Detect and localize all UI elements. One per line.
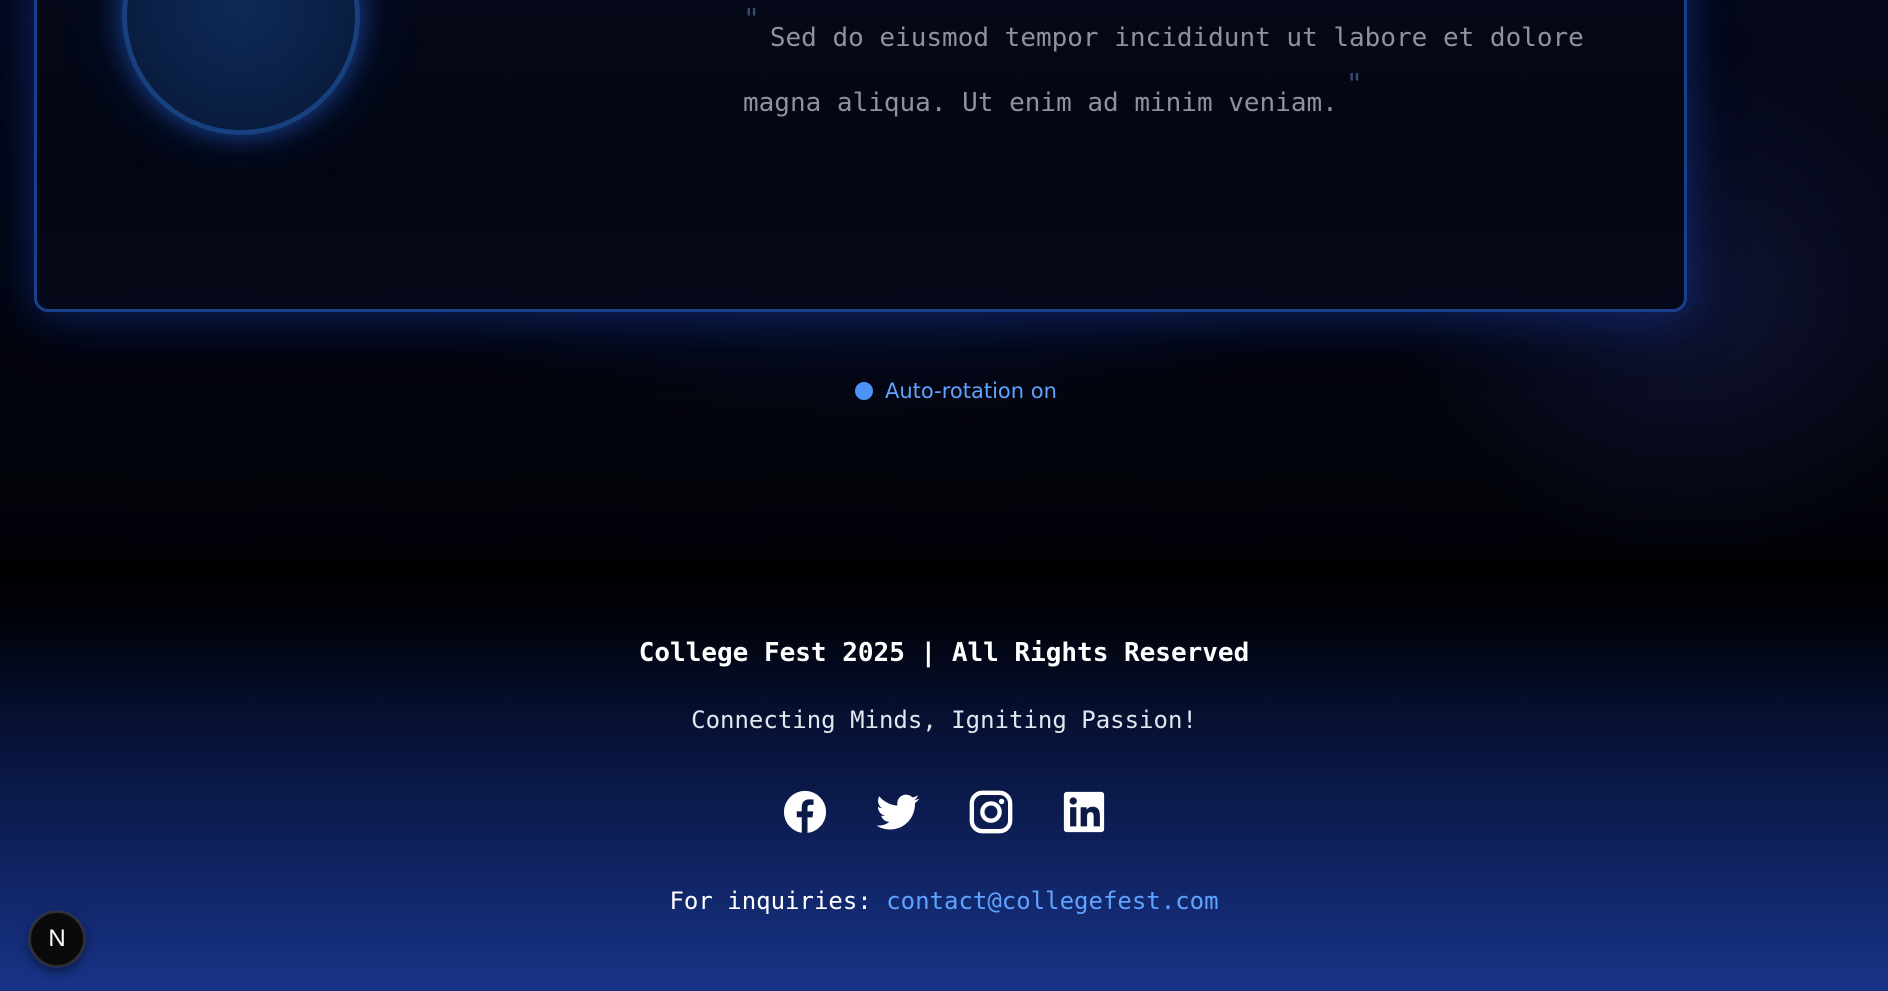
testimonial-avatar xyxy=(122,0,360,135)
testimonial-quote: "Sed do eiusmod tempor incididunt ut lab… xyxy=(743,2,1673,135)
close-quote-icon: " xyxy=(1345,67,1363,100)
rotation-status-dot-icon xyxy=(855,382,873,400)
instagram-icon[interactable] xyxy=(968,789,1014,835)
contact-label: For inquiries: xyxy=(669,887,872,915)
footer: College Fest 2025 | All Rights Reserved … xyxy=(0,560,1888,991)
testimonial-section: — ——— — "Sed do eiusmod tempor incididun… xyxy=(0,0,1888,560)
social-links xyxy=(0,789,1888,835)
footer-tagline: Connecting Minds, Igniting Passion! xyxy=(691,706,1197,734)
auto-rotation-indicator[interactable]: Auto-rotation on xyxy=(855,379,1057,403)
footer-title: College Fest 2025 | All Rights Reserved xyxy=(638,638,1250,668)
twitter-icon[interactable] xyxy=(875,789,921,835)
testimonial-quote-text: Sed do eiusmod tempor incididunt ut labo… xyxy=(743,23,1584,118)
auto-rotation-label: Auto-rotation on xyxy=(885,379,1057,403)
testimonial-card: — ——— — "Sed do eiusmod tempor incididun… xyxy=(34,0,1687,312)
page: — ——— — "Sed do eiusmod tempor incididun… xyxy=(0,0,1888,991)
contact-line: For inquiries: contact@collegefest.com xyxy=(0,887,1888,915)
linkedin-icon[interactable] xyxy=(1061,789,1107,835)
contact-email-link[interactable]: contact@collegefest.com xyxy=(886,887,1218,915)
nextjs-dev-badge[interactable]: N xyxy=(29,911,85,967)
open-quote-icon: " xyxy=(743,2,760,35)
facebook-icon[interactable] xyxy=(782,789,828,835)
nextjs-icon: N xyxy=(48,925,66,952)
